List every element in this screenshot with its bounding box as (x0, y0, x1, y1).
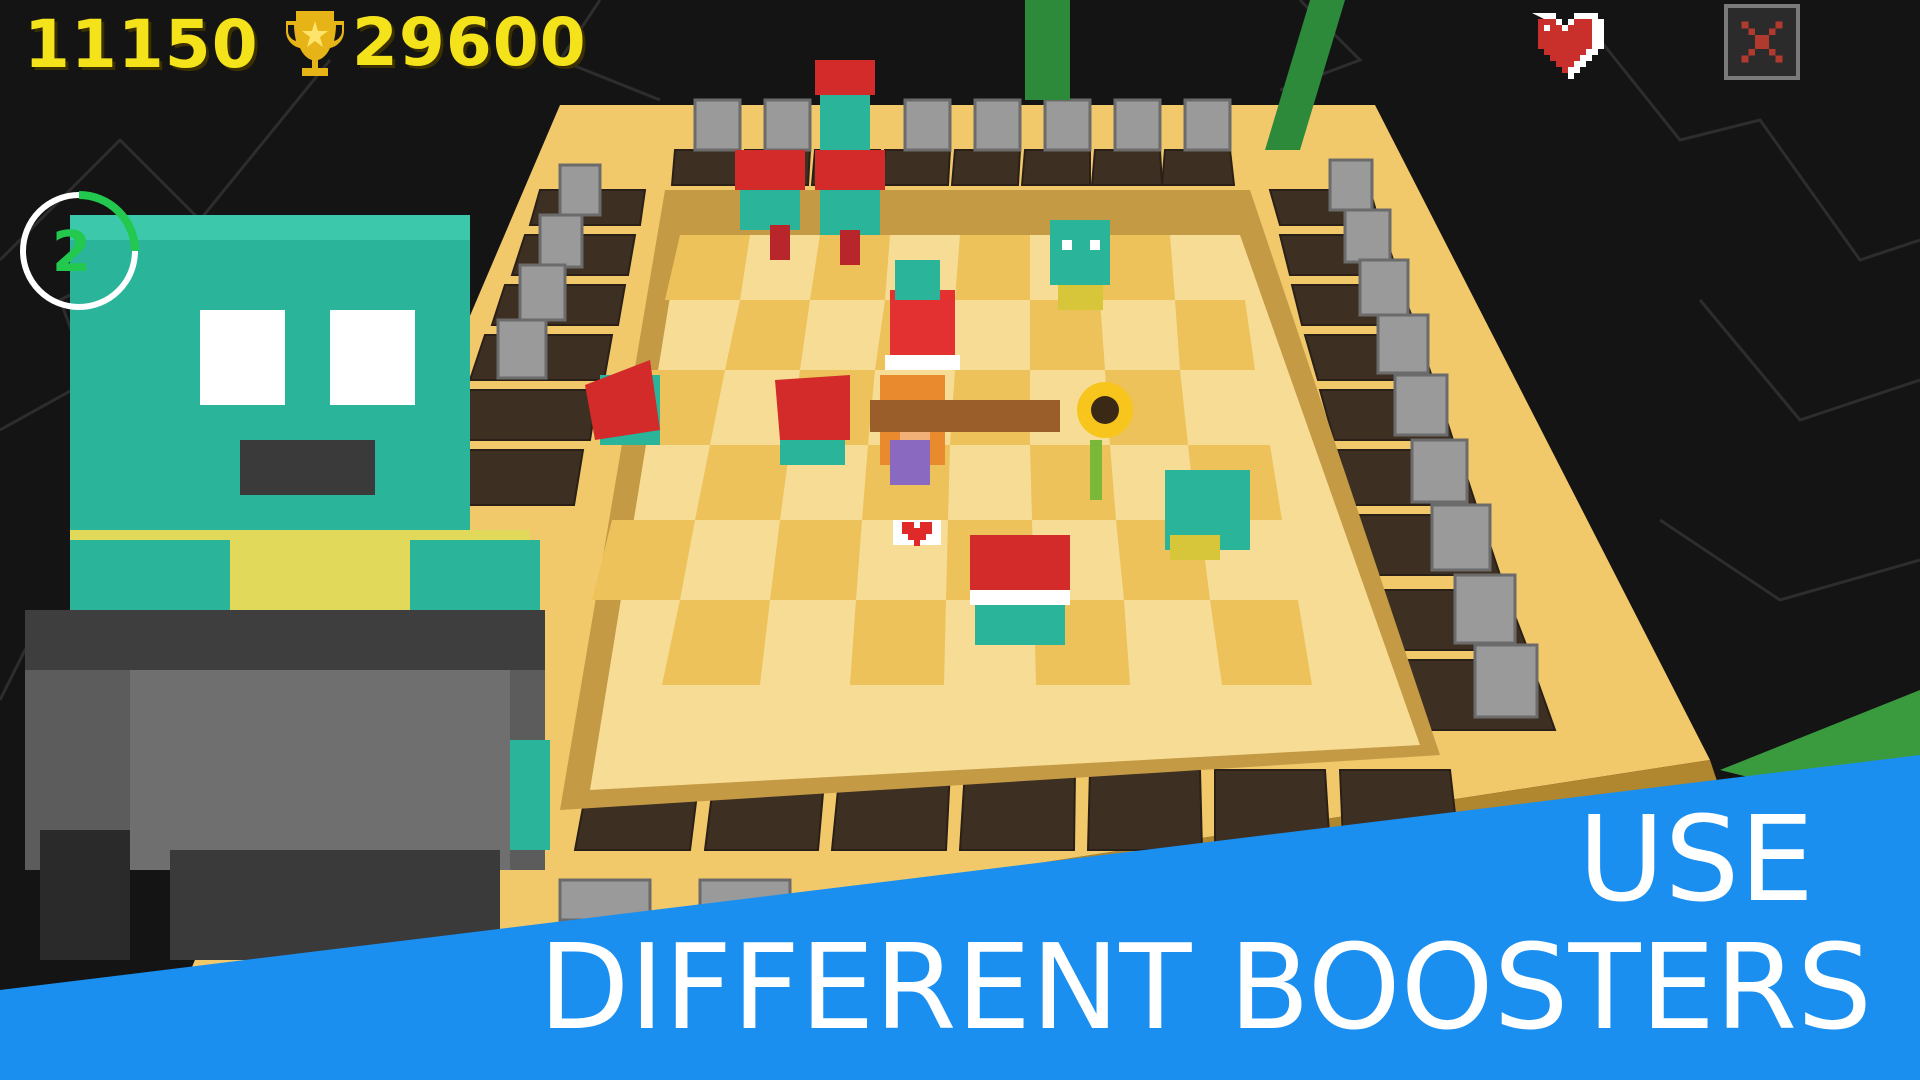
booster-timer: 2 (14, 186, 144, 316)
score-value: 11150 (24, 6, 259, 83)
heart-icon (1532, 13, 1604, 79)
timer-value: 2 (52, 220, 91, 285)
best-score-value: 29600 (352, 4, 587, 81)
trophy-icon (286, 10, 344, 76)
best-score: 29600 (282, 4, 587, 81)
banner-line1: USE (1578, 790, 1814, 928)
close-button[interactable] (1724, 4, 1800, 80)
close-icon (1728, 8, 1796, 76)
banner-text: USE DIFFERENT BOOSTERS (539, 795, 1872, 1051)
heart-pickup (893, 520, 941, 546)
cactus (1025, 0, 1070, 100)
banner-line2: DIFFERENT BOOSTERS (538, 918, 1872, 1056)
